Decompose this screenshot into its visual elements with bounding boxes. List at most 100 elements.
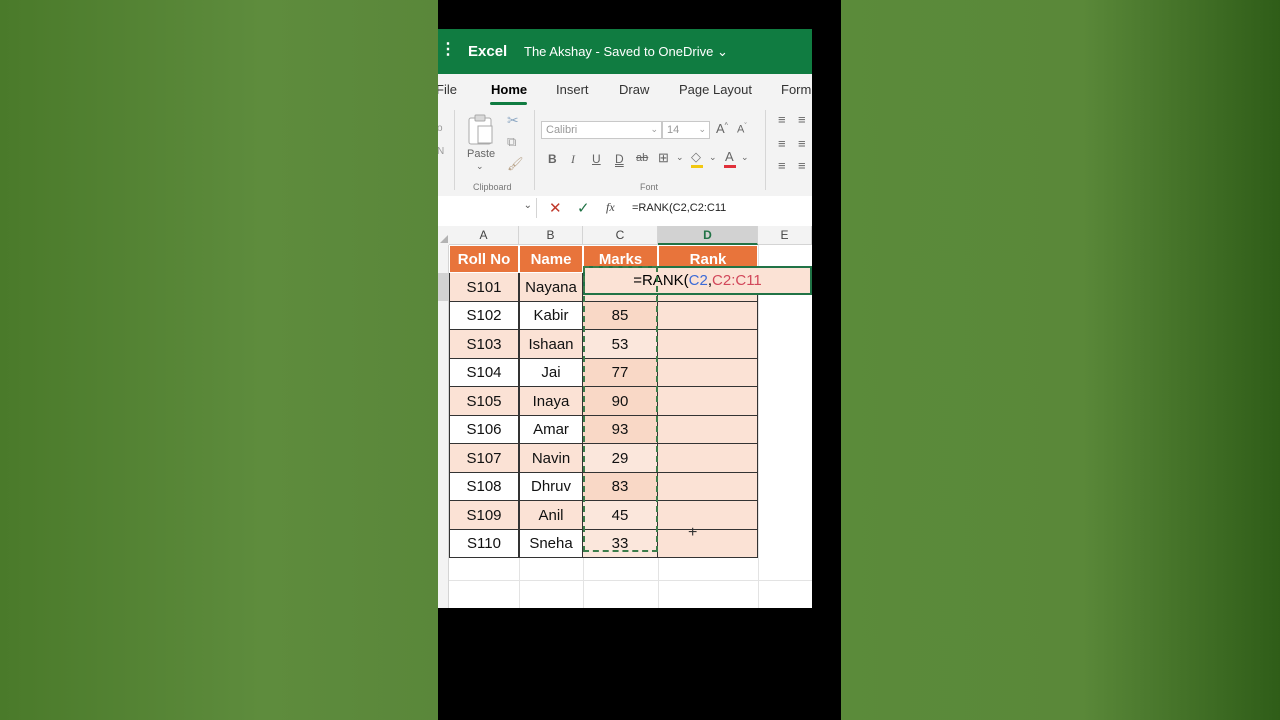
tab-file[interactable]: File	[438, 82, 457, 97]
video-frame: ⋮ Excel The Akshay - Saved to OneDrive ⌄…	[438, 0, 841, 720]
cell-rank[interactable]	[658, 330, 758, 359]
double-underline-icon[interactable]: D	[615, 152, 624, 166]
cell-name[interactable]: Jai	[519, 359, 583, 387]
cell-rank[interactable]	[658, 501, 758, 530]
name-box[interactable]: ⌄	[438, 198, 537, 218]
cell-roll-no[interactable]: S105	[449, 387, 519, 416]
cell-marks[interactable]: 90	[583, 387, 658, 416]
format-painter-icon[interactable]: 🖌	[507, 156, 524, 172]
column-header-a[interactable]: A	[449, 226, 519, 245]
font-size-value: 14	[667, 124, 680, 136]
borders-icon[interactable]: ⊞	[658, 150, 669, 166]
align-middle-icon[interactable]: ≡	[798, 112, 806, 127]
app-launcher-icon[interactable]: ⋮	[440, 42, 456, 58]
font-name-value: Calibri	[546, 124, 578, 136]
chevron-down-icon[interactable]: ⌄	[741, 152, 749, 163]
chevron-down-icon[interactable]: ⌄	[709, 152, 717, 163]
fill-color-icon[interactable]: ◇	[691, 149, 701, 165]
cell-rank[interactable]	[658, 444, 758, 473]
align-right-icon[interactable]: ≡	[798, 158, 806, 173]
cell-name[interactable]: Amar	[519, 416, 583, 444]
formula-ref-range: C2:C11	[712, 272, 762, 289]
formula-edit-cell[interactable]: =RANK(C2,C2:C11	[583, 266, 812, 295]
strikethrough-icon[interactable]: ab	[636, 152, 648, 164]
column-header-e[interactable]: E	[758, 226, 812, 245]
divider	[534, 110, 535, 190]
cell-roll-no[interactable]: S110	[449, 530, 519, 558]
cell-roll-no[interactable]: S104	[449, 359, 519, 387]
cell-roll-no[interactable]: S106	[449, 416, 519, 444]
cell-rank[interactable]	[658, 416, 758, 444]
cell-marks[interactable]: 29	[583, 444, 658, 473]
cell-roll-no[interactable]: S102	[449, 302, 519, 330]
align-center-icon[interactable]: ≡	[798, 136, 806, 151]
cell-rank[interactable]	[658, 530, 758, 558]
decrease-font-size-icon[interactable]: Aˇ	[737, 123, 747, 136]
cell-marks[interactable]: 83	[583, 473, 658, 501]
font-name-select[interactable]: Calibri ⌄	[541, 121, 662, 139]
cell-marks[interactable]: 85	[583, 302, 658, 330]
font-size-select[interactable]: 14 ⌄	[662, 121, 710, 139]
chevron-down-icon[interactable]: ⌄	[676, 152, 684, 163]
app-name: Excel	[468, 43, 508, 60]
cell-name[interactable]: Inaya	[519, 387, 583, 416]
crosshair-cursor-icon: +	[688, 524, 698, 541]
cell-name[interactable]: Dhruv	[519, 473, 583, 501]
increase-font-size-icon[interactable]: A^	[716, 121, 728, 136]
tab-insert[interactable]: Insert	[556, 82, 589, 97]
paste-label: Paste	[467, 148, 496, 160]
bold-icon[interactable]: B	[548, 152, 557, 166]
select-all-corner[interactable]	[438, 226, 449, 245]
document-title[interactable]: The Akshay - Saved to OneDrive ⌄	[524, 44, 728, 60]
cut-icon[interactable]: ✂	[507, 112, 519, 129]
cancel-icon[interactable]: ✕	[549, 199, 562, 217]
cell-name[interactable]: Sneha	[519, 530, 583, 558]
header-name[interactable]: Name	[519, 245, 583, 273]
cell-roll-no[interactable]: S108	[449, 473, 519, 501]
indent-icon[interactable]: ≡	[778, 158, 786, 173]
enter-icon[interactable]: ✓	[577, 199, 590, 217]
cell-marks[interactable]: 77	[583, 359, 658, 387]
select-all-icon	[440, 235, 448, 243]
insert-function-icon[interactable]: fx	[606, 200, 615, 215]
tab-formulas[interactable]: Form	[781, 82, 811, 97]
align-top-icon[interactable]: ≡	[778, 112, 786, 127]
copy-icon[interactable]: ⧉	[507, 134, 516, 150]
cell-rank[interactable]	[658, 387, 758, 416]
cell-marks[interactable]: 45	[583, 501, 658, 530]
cell-marks[interactable]: 93	[583, 416, 658, 444]
tab-page-layout[interactable]: Page Layout	[679, 82, 752, 97]
cell-roll-no[interactable]: S107	[449, 444, 519, 473]
font-color-icon[interactable]: A	[725, 149, 734, 164]
formula-input[interactable]: =RANK(C2,C2:C11	[632, 202, 726, 214]
cell-marks[interactable]: 33	[583, 530, 658, 558]
align-left-icon[interactable]: ≡	[778, 136, 786, 151]
italic-icon[interactable]: I	[571, 152, 575, 167]
cell-rank[interactable]	[658, 359, 758, 387]
column-header-c[interactable]: C	[583, 226, 658, 245]
cell-name[interactable]: Ishaan	[519, 330, 583, 359]
cell-roll-no[interactable]: S101	[449, 273, 519, 302]
chevron-down-icon: ⌄	[698, 124, 706, 134]
cell-rank[interactable]	[658, 473, 758, 501]
header-roll-no[interactable]: Roll No	[449, 245, 519, 273]
cell-name[interactable]: Kabir	[519, 302, 583, 330]
ribbon: o N Paste ⌄ ✂ ⧉ 🖌 Clipboard Calibri ⌄ 14…	[438, 106, 812, 197]
divider	[454, 110, 455, 190]
column-header-b[interactable]: B	[519, 226, 583, 245]
column-header-d[interactable]: D	[658, 226, 758, 245]
formula-ref-c2: C2	[688, 272, 708, 289]
cell-name[interactable]: Anil	[519, 501, 583, 530]
cell-name[interactable]: Navin	[519, 444, 583, 473]
cell-roll-no[interactable]: S103	[449, 330, 519, 359]
row-header-selected[interactable]	[438, 273, 449, 301]
cell-name[interactable]: Nayana	[519, 273, 583, 302]
font-color-swatch	[724, 165, 736, 168]
cell-rank[interactable]	[658, 302, 758, 330]
cell-marks[interactable]: 53	[583, 330, 658, 359]
cell-roll-no[interactable]: S109	[449, 501, 519, 530]
tab-draw[interactable]: Draw	[619, 82, 649, 97]
tab-home[interactable]: Home	[491, 82, 527, 97]
paste-button[interactable]: Paste ⌄	[465, 111, 497, 171]
underline-icon[interactable]: U	[592, 152, 601, 166]
